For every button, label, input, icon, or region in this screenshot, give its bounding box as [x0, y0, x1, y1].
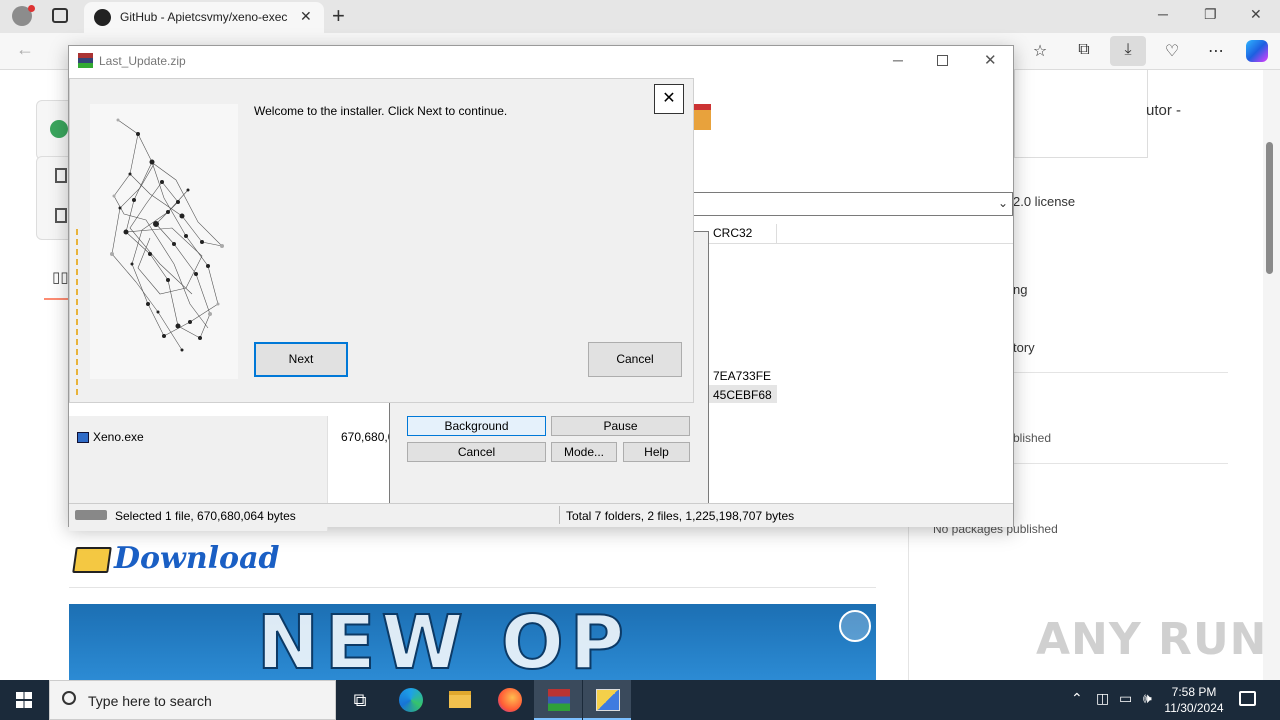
- status-separator: [559, 506, 560, 524]
- winrar-taskbar-icon[interactable]: [534, 680, 582, 720]
- tab-actions-icon[interactable]: [52, 8, 68, 23]
- window-close-icon[interactable]: ✕: [1250, 6, 1262, 23]
- search-icon: [62, 691, 76, 705]
- clock-date: 11/30/2024: [1164, 701, 1224, 715]
- file-size-xeno: 670,680,0: [341, 430, 395, 444]
- winrar-maximize-icon[interactable]: [937, 55, 948, 66]
- license-link[interactable]: 2.0 license: [1013, 194, 1075, 209]
- sidebar-border: [908, 527, 909, 680]
- browser-tab-github[interactable]: GitHub - Apietcsvmy/xeno-exec ✕: [84, 2, 324, 33]
- cancel-extract-button[interactable]: Cancel: [407, 442, 546, 462]
- file-explorer-icon[interactable]: [435, 680, 483, 720]
- notification-dot-icon: [28, 5, 35, 12]
- column-separator: [776, 224, 777, 244]
- tab-title: GitHub - Apietcsvmy/xeno-exec: [120, 10, 288, 24]
- divider: [1013, 372, 1228, 373]
- search-placeholder: Type here to search: [88, 693, 212, 709]
- crc-column-header[interactable]: CRC32: [713, 226, 752, 240]
- installer-dialog: Welcome to the installer. Click Next to …: [69, 78, 694, 403]
- promo-banner-image: NEW OP: [69, 604, 876, 680]
- security-icon[interactable]: ◫: [1096, 690, 1109, 707]
- about-card: [1014, 70, 1148, 158]
- notifications-icon[interactable]: [1239, 691, 1256, 706]
- chevron-down-icon: ⌄: [998, 196, 1009, 210]
- restore-icon[interactable]: ❐: [1204, 6, 1217, 23]
- exe-file-icon: [77, 432, 89, 443]
- divider: [1013, 463, 1228, 464]
- winrar-titlebar[interactable]: Last_Update.zip ─ ✕: [69, 46, 1013, 76]
- repo-icon: [50, 120, 68, 138]
- github-icon: [94, 9, 111, 26]
- book-icon: ▯▯: [52, 269, 69, 286]
- background-button[interactable]: Background: [407, 416, 546, 436]
- taskbar-search-box[interactable]: Type here to search: [49, 680, 336, 720]
- banner-text: NEW OP: [256, 604, 631, 680]
- path-dropdown[interactable]: ⌄: [691, 192, 1013, 216]
- minimize-icon[interactable]: ─: [1158, 6, 1168, 22]
- installer-message: Welcome to the installer. Click Next to …: [254, 104, 508, 118]
- scrollbar-thumb[interactable]: [1266, 142, 1273, 274]
- firefox-icon[interactable]: [485, 680, 533, 720]
- about-text-fragment: utor -: [1146, 102, 1182, 119]
- history-fragment: tory: [1013, 340, 1035, 355]
- new-tab-button[interactable]: +: [332, 3, 345, 29]
- show-hidden-icons[interactable]: ⌃: [1071, 690, 1083, 707]
- network-graph-illustration: [90, 104, 238, 379]
- browser-tab-strip: GitHub - Apietcsvmy/xeno-exec ✕ + ─ ❐ ✕: [0, 0, 1280, 33]
- file-icon: [55, 208, 67, 223]
- mode-button[interactable]: Mode...: [551, 442, 617, 462]
- status-selection: Selected 1 file, 670,680,064 bytes: [115, 509, 296, 523]
- folder-icon: [72, 547, 112, 573]
- crc-value-1: 7EA733FE: [713, 369, 772, 383]
- status-total: Total 7 folders, 2 files, 1,225,198,707 …: [566, 509, 795, 523]
- collections-icon[interactable]: ⧉: [1072, 41, 1096, 59]
- favorites-icon[interactable]: ☆: [1028, 41, 1052, 61]
- crc-value-2: 45CEBF68: [713, 388, 772, 402]
- help-button[interactable]: Help: [623, 442, 690, 462]
- file-list-header: CRC32: [691, 224, 1013, 244]
- installer-close-button[interactable]: ✕: [654, 84, 684, 114]
- winrar-title: Last_Update.zip: [99, 54, 186, 68]
- winrar-close-icon[interactable]: ✕: [984, 51, 997, 69]
- download-heading[interactable]: Download: [114, 541, 279, 576]
- ng-fragment: ng: [1013, 282, 1028, 297]
- more-options-icon[interactable]: ⋯: [1204, 41, 1228, 61]
- edge-icon[interactable]: [386, 680, 434, 720]
- network-graph-icon: [110, 118, 224, 352]
- windows-start-icon[interactable]: [0, 680, 48, 720]
- warning-stripe: [76, 229, 78, 399]
- volume-icon[interactable]: 🕪: [1143, 690, 1152, 707]
- browser-essentials-icon[interactable]: ♡: [1160, 41, 1184, 61]
- network-icon[interactable]: ▭: [1119, 690, 1132, 707]
- drive-icon: [75, 510, 107, 520]
- windows-taskbar: Type here to search ⧉ ⌃ ◫ ▭ 🕪 7:58 PM 11…: [0, 680, 1280, 720]
- copilot-icon[interactable]: [1246, 40, 1268, 62]
- next-button[interactable]: Next: [254, 342, 348, 377]
- visual-search-icon[interactable]: [839, 610, 871, 642]
- back-icon[interactable]: ←: [16, 39, 34, 60]
- clock-time: 7:58 PM: [1171, 685, 1217, 699]
- winrar-icon: [78, 53, 93, 68]
- file-icon: [55, 168, 67, 183]
- nav-underline: [44, 298, 70, 300]
- downloads-icon[interactable]: ⤓: [1110, 36, 1146, 66]
- task-view-icon[interactable]: ⧉: [336, 680, 384, 720]
- archive-icon: [691, 104, 711, 130]
- winrar-minimize-icon[interactable]: ─: [893, 52, 903, 68]
- file-name-xeno[interactable]: Xeno.exe: [93, 430, 144, 444]
- pause-button[interactable]: Pause: [551, 416, 690, 436]
- installer-cancel-button[interactable]: Cancel: [588, 342, 682, 377]
- taskbar-clock[interactable]: 7:58 PM 11/30/2024: [1163, 684, 1225, 716]
- anyrun-watermark: ANY RUN: [1036, 614, 1268, 665]
- winrar-statusbar: Selected 1 file, 670,680,064 bytes Total…: [69, 503, 1013, 527]
- published-fragment: blished: [1013, 431, 1052, 445]
- installer-taskbar-icon[interactable]: [583, 680, 631, 720]
- divider: [69, 587, 876, 588]
- tab-close-icon[interactable]: ✕: [300, 8, 312, 25]
